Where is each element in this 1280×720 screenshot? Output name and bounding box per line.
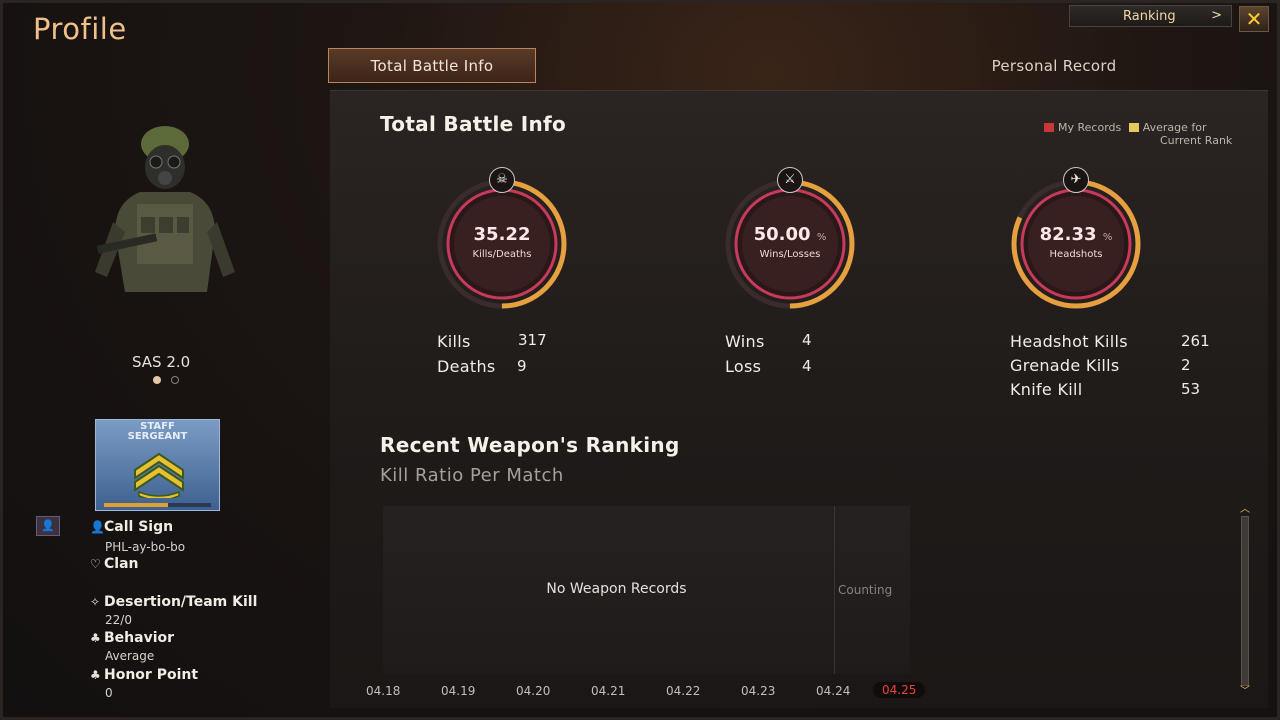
honor-point-label: ♣ Honor Point <box>90 667 199 683</box>
scroll-down-icon[interactable]: ﹀ <box>1238 687 1252 697</box>
knife-kill-value: 53 <box>1181 380 1201 398</box>
counting-label: Counting <box>838 583 893 597</box>
clan-label: ♡ Clan <box>90 556 139 572</box>
add-friend-icon: 👤 <box>41 519 55 532</box>
wins-label: Wins <box>725 332 765 351</box>
date-label: 04.21 <box>591 684 626 698</box>
wl-unit: % <box>816 232 827 243</box>
battle-info-title: Total Battle Info <box>380 112 567 136</box>
date-label: 04.20 <box>516 684 551 698</box>
page-title: Profile <box>33 12 127 46</box>
kd-gauge: ☠ 35.22 Kills/Deaths <box>434 167 570 312</box>
desertion-label: ✧ Desertion/Team Kill <box>90 594 258 610</box>
kills-label: Kills <box>437 332 471 351</box>
headshot-kills-value: 261 <box>1181 332 1210 350</box>
skull-icon: ☠ <box>489 167 515 193</box>
page-dot[interactable] <box>171 376 179 384</box>
close-button[interactable]: ✕ <box>1239 6 1269 32</box>
tab-total-battle-info[interactable]: Total Battle Info <box>328 48 536 83</box>
loss-label: Loss <box>725 357 762 376</box>
clover-icon: ♣ <box>90 631 101 645</box>
scrollbar[interactable]: ︿ ﹀ <box>1238 505 1252 697</box>
scrollbar-track[interactable] <box>1241 516 1249 686</box>
rank-title: STAFF SERGEANT <box>96 422 219 442</box>
clan-icon: ♡ <box>90 557 101 571</box>
ranking-label: Ranking <box>1123 8 1176 24</box>
wins-value: 4 <box>802 331 812 349</box>
wl-caption: Wins/Losses <box>759 249 821 260</box>
character-portrait <box>95 126 235 292</box>
date-label: 04.19 <box>441 684 476 698</box>
weapon-chart: No Weapon Records Counting <box>383 506 910 674</box>
honor-point-value: 0 <box>105 686 113 700</box>
running-man-icon: ✧ <box>90 595 101 609</box>
kd-caption: Kills/Deaths <box>472 249 532 260</box>
page-dot-active[interactable] <box>153 376 161 384</box>
character-name: SAS 2.0 <box>132 353 191 371</box>
legend-average-line1: Average for <box>1142 121 1207 134</box>
legend-my-records: My Records <box>1058 121 1122 134</box>
person-icon: 👤 <box>90 520 105 534</box>
sergeant-chevron-icon <box>134 452 184 498</box>
legend: My Records Average for Current Rank <box>1044 121 1232 147</box>
ranking-button[interactable]: Ranking > <box>1069 5 1232 27</box>
clover-icon: ♣ <box>90 668 101 682</box>
crossed-swords-icon: ⚔ <box>777 167 803 193</box>
grenade-kills-value: 2 <box>1181 356 1191 374</box>
wl-gauge: ⚔ 50.00 % Wins/Losses <box>722 167 858 312</box>
kd-value: 35.22 <box>473 224 531 245</box>
desertion-value: 22/0 <box>105 613 132 627</box>
headshot-unit: % <box>1102 232 1113 243</box>
date-label: 04.24 <box>816 684 851 698</box>
loss-value: 4 <box>802 357 812 375</box>
wl-value: 50.00 <box>753 224 811 245</box>
deaths-label: Deaths <box>437 357 496 376</box>
headshot-caption: Headshots <box>1049 249 1103 260</box>
rank-progress-bar <box>104 503 211 507</box>
headshot-value: 82.33 <box>1039 224 1097 245</box>
grenade-kills-label: Grenade Kills <box>1010 356 1120 375</box>
no-weapon-records: No Weapon Records <box>546 581 687 597</box>
close-icon: ✕ <box>1245 7 1263 31</box>
rank-progress-fill <box>104 503 169 507</box>
rank-badge: STAFF SERGEANT <box>95 419 220 511</box>
call-sign-value: PHL-ay-bo-bo <box>105 540 186 554</box>
headshot-gauge: ✈ 82.33 % Headshots <box>1008 167 1144 312</box>
legend-my-swatch <box>1044 123 1054 132</box>
weapon-ranking-title: Recent Weapon's Ranking <box>380 433 680 457</box>
headshot-kills-label: Headshot Kills <box>1010 332 1128 351</box>
chevron-right-icon: > <box>1211 8 1222 23</box>
date-label-current[interactable]: 04.25 <box>873 682 926 698</box>
behavior-label: ♣ Behavior <box>90 630 175 646</box>
date-label: 04.22 <box>666 684 701 698</box>
date-label: 04.18 <box>366 684 401 698</box>
scroll-up-icon[interactable]: ︿ <box>1238 505 1252 515</box>
date-label: 04.23 <box>741 684 776 698</box>
legend-average-line2: Current Rank <box>1160 134 1233 147</box>
legend-avg-swatch <box>1128 123 1139 132</box>
knife-kill-label: Knife Kill <box>1010 380 1083 399</box>
add-friend-button[interactable]: 👤 <box>36 516 60 536</box>
call-sign-label: 👤Call Sign <box>90 519 174 535</box>
behavior-value: Average <box>105 649 155 663</box>
deaths-value: 9 <box>517 357 527 375</box>
tab-personal-record[interactable]: Personal Record <box>940 48 1168 83</box>
weapon-ranking-subtitle: Kill Ratio Per Match <box>380 465 564 486</box>
rank-title-line2: SERGEANT <box>127 431 188 442</box>
rifle-icon: ✈ <box>1063 167 1089 193</box>
kills-value: 317 <box>518 331 547 349</box>
